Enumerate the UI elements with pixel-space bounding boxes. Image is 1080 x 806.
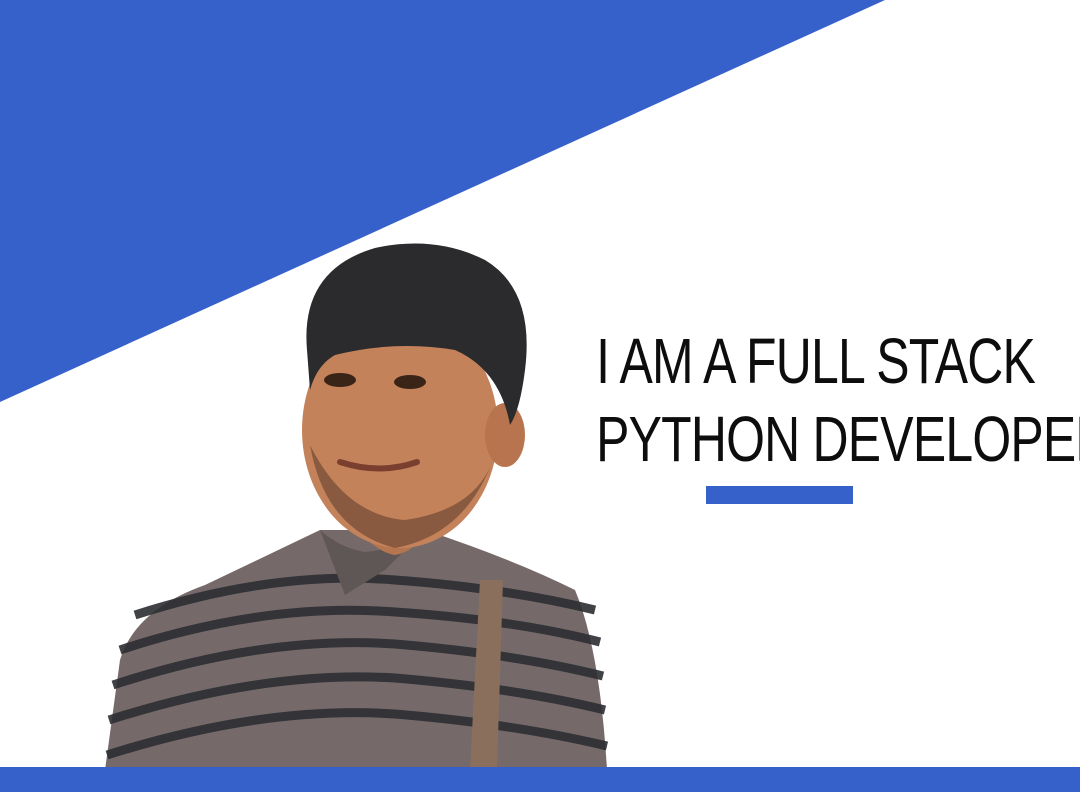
headline-line-1: I AM A FULL STACK bbox=[596, 325, 1036, 397]
bottom-accent-bar-fill bbox=[0, 767, 1080, 792]
accent-underline bbox=[706, 486, 853, 504]
right-eye bbox=[394, 375, 426, 389]
portrait-photo bbox=[105, 243, 609, 770]
banner: I AM A FULL STACK PYTHON DEVELOPER bbox=[0, 0, 1080, 806]
headline-line-2: PYTHON DEVELOPER bbox=[596, 403, 1080, 475]
accent-underline-fill bbox=[706, 486, 853, 504]
headline: I AM A FULL STACK PYTHON DEVELOPER bbox=[540, 322, 1080, 478]
bottom-accent-bar bbox=[0, 767, 1080, 792]
left-eye bbox=[324, 373, 356, 387]
ear bbox=[485, 403, 525, 467]
bottom-margin bbox=[0, 792, 1080, 806]
